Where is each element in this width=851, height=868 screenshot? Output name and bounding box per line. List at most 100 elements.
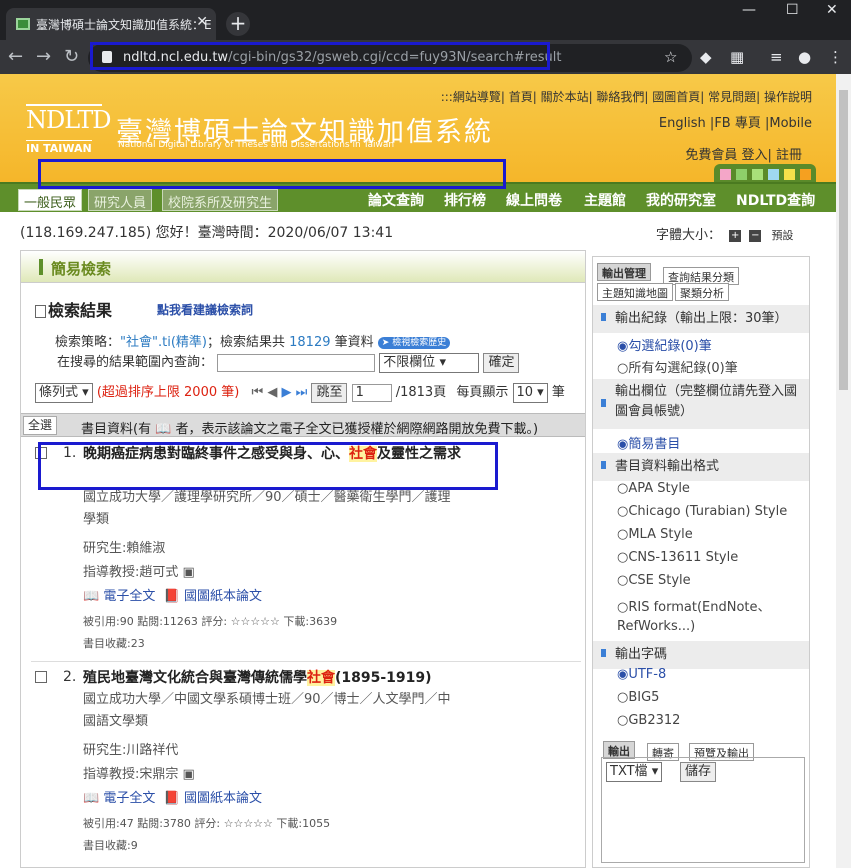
fmt-chicago[interactable]: ○Chicago (Turabian) Style (617, 504, 787, 519)
select-all-button[interactable]: 全選 (23, 416, 57, 435)
panel-header: 簡易檢索 (21, 251, 585, 283)
bookmark-star-icon[interactable]: ☆ (664, 48, 677, 66)
theme-color-swatch[interactable] (800, 169, 811, 180)
site-subtitle: National Digital Library of Theses and D… (118, 140, 395, 150)
within-search-input[interactable] (217, 353, 376, 372)
field-select[interactable]: 不限欄位 ▾ (379, 352, 480, 373)
close-tab-icon[interactable]: ✕ (196, 14, 208, 30)
site-logo-sub: IN TAIWAN (26, 140, 92, 155)
theme-color-swatch[interactable] (784, 169, 795, 180)
tab-cluster[interactable]: 聚類分析 (675, 283, 729, 301)
sort-select[interactable]: 條列式 ▾ (35, 382, 93, 403)
role-tab-school[interactable]: 校院系所及研究生 (162, 189, 279, 211)
record-stats: 被引用:47 點閱:3780 評分: ☆☆☆☆☆ 下載:1055 (83, 817, 331, 830)
minimize-icon[interactable]: — (742, 2, 756, 18)
charset-utf8[interactable]: ◉UTF-8 (617, 667, 666, 682)
font-default-button[interactable]: 預設 (771, 229, 793, 242)
panel-title: 簡易檢索 (51, 260, 112, 278)
record-title[interactable]: 殖民地臺灣文化統合與臺灣傳統儒學社會(1895-1919) (83, 667, 523, 689)
page-content: NDLTD IN TAIWAN 臺灣博碩士論文知識加值系統 National D… (0, 74, 836, 868)
next-page-icon[interactable]: ▶ (281, 385, 291, 400)
tab-output[interactable]: 輸出管理 (597, 263, 651, 281)
media-icon[interactable]: ≡ (770, 48, 783, 66)
forward-icon[interactable]: → (36, 46, 51, 67)
per-page-select[interactable]: 10 ▾ (512, 382, 548, 403)
fmt-apa[interactable]: ○APA Style (617, 481, 690, 496)
goto-page-button[interactable]: 跳至 (311, 382, 348, 403)
record-checkbox[interactable] (35, 671, 47, 683)
fulltext-link[interactable]: 📖 電子全文 (83, 791, 155, 806)
first-page-icon[interactable]: ⏮ (251, 385, 263, 400)
title-highlight-box (38, 442, 498, 490)
profile-avatar[interactable]: ● (798, 48, 811, 66)
theme-color-swatch[interactable] (720, 169, 731, 180)
search-results-panel: 簡易檢索 檢索結果 點我看建議檢索詞 檢索策略："社會".ti(精準)；檢索結果… (20, 250, 586, 868)
role-tab-public[interactable]: 一般民眾 (18, 189, 83, 211)
fmt-cse[interactable]: ○CSE Style (617, 573, 691, 588)
browser-tab[interactable]: 臺灣博碩士論文知識加值系統：E ✕ (6, 8, 216, 40)
record-advisor[interactable]: 指導教授:宋鼎宗 ▣ (83, 763, 195, 782)
record-stats: 被引用:90 點閱:11263 評分: ☆☆☆☆☆ 下載:3639 (83, 615, 338, 628)
table-header-text: 書目資料(有 📖 者，表示該論文之電子全文已獲授權於網際網路開放免費下載。) (81, 422, 539, 437)
theme-color-swatch[interactable] (768, 169, 779, 180)
menu-icon[interactable]: ⋮ (828, 48, 843, 66)
prev-page-icon[interactable]: ◀ (267, 385, 277, 400)
page-input[interactable]: 1 (351, 383, 392, 402)
paper-link[interactable]: 📕 國圖紙本論文 (164, 791, 262, 806)
nav-rankings[interactable]: 排行榜 (444, 190, 486, 210)
top-links[interactable]: :::網站導覽| 首頁| 關於本站| 聯絡我們| 國圖首頁| 常見問題| 操作說… (441, 88, 812, 105)
record-bookmarks: 書目收藏:23 (83, 637, 145, 650)
nav-survey[interactable]: 線上問卷 (506, 190, 562, 210)
opt-simple-bib[interactable]: ◉簡易書目 (617, 433, 680, 452)
nav-thesis-search[interactable]: 論文查詢 (368, 190, 424, 210)
maximize-icon[interactable]: ☐ (786, 2, 799, 18)
record-student[interactable]: 研究生:賴維淑 (83, 537, 165, 556)
search-history-button[interactable]: ➤ 檢視檢索歷史 (377, 336, 451, 349)
font-size-control: 字體大小： + − 預設 (656, 228, 794, 243)
pagination-row: 條列式 ▾ (超過排序上限 2000 筆) ⏮ ◀ ▶ ⏭ 跳至 1 /1813… (35, 381, 565, 403)
language-links[interactable]: English |FB 專頁 |Mobile (659, 112, 812, 131)
charset-big5[interactable]: ○BIG5 (617, 690, 659, 705)
extension-icon[interactable]: ◆ (700, 48, 712, 66)
back-icon[interactable]: ← (8, 46, 23, 67)
role-tab-researcher[interactable]: 研究人員 (88, 189, 153, 211)
nav-topics[interactable]: 主題館 (584, 190, 626, 210)
tab-topic-map[interactable]: 主題知識地圖 (597, 283, 673, 301)
member-links[interactable]: 免費會員 登入| 註冊 (685, 144, 802, 163)
fmt-ris[interactable]: ○RIS format(EndNote、 (617, 596, 771, 615)
close-window-icon[interactable]: ✕ (826, 2, 838, 18)
record-advisor[interactable]: 指導教授:趙可式 ▣ (83, 561, 195, 580)
record-student[interactable]: 研究生:川路祥代 (83, 739, 178, 758)
charset-gb2312[interactable]: ○GB2312 (617, 713, 680, 728)
site-logo[interactable]: NDLTD (26, 104, 111, 140)
suggest-terms-link[interactable]: 點我看建議檢索詞 (157, 301, 253, 318)
confirm-button[interactable]: 確定 (483, 352, 520, 373)
record-meta[interactable]: 國立成功大學／中國文學系碩博士班／90／博士／人文學門／中國語文學類 (83, 689, 463, 733)
theme-color-swatch[interactable] (752, 169, 763, 180)
font-increase-button[interactable]: + (729, 229, 742, 242)
opt-all-records[interactable]: ○所有勾選紀錄(0)筆 (617, 357, 738, 376)
fulltext-link[interactable]: 📖 電子全文 (83, 589, 155, 604)
paper-link[interactable]: 📕 國圖紙本論文 (164, 589, 262, 604)
within-search-row: 在搜尋的結果範圍內查詢： 不限欄位 ▾ 確定 (57, 351, 520, 373)
file-type-select[interactable]: TXT檔 ▾ (606, 762, 663, 782)
reload-icon[interactable]: ↻ (64, 46, 79, 67)
save-button[interactable]: 儲存 (680, 762, 717, 782)
nav-my-lab[interactable]: 我的研究室 (646, 190, 716, 210)
new-tab-button[interactable]: + (226, 12, 250, 36)
url-highlight-box (90, 42, 550, 70)
record-meta[interactable]: 國立成功大學／護理學研究所／90／碩士／醫藥衛生學門／護理學類 (83, 487, 463, 531)
extension-off-icon[interactable]: ▦ (730, 48, 744, 66)
record-links: 📖 電子全文 📕 國圖紙本論文 (83, 787, 262, 806)
output-charset-heading: 輸出字碼 (593, 641, 809, 669)
result-title: 檢索結果 (35, 297, 112, 321)
last-page-icon[interactable]: ⏭ (296, 385, 308, 400)
nav-ndltd-search[interactable]: NDLTD查詢 (736, 190, 815, 210)
scrollbar-thumb[interactable] (839, 90, 848, 390)
font-decrease-button[interactable]: − (749, 229, 762, 242)
fmt-cns[interactable]: ○CNS-13611 Style (617, 550, 738, 565)
fmt-mla[interactable]: ○MLA Style (617, 527, 693, 542)
theme-color-swatch[interactable] (736, 169, 747, 180)
ip-time-line: (118.169.247.185) 您好！臺灣時間：2020/06/07 13:… (20, 225, 394, 241)
opt-checked-records[interactable]: ◉勾選紀錄(0)筆 (617, 335, 712, 354)
